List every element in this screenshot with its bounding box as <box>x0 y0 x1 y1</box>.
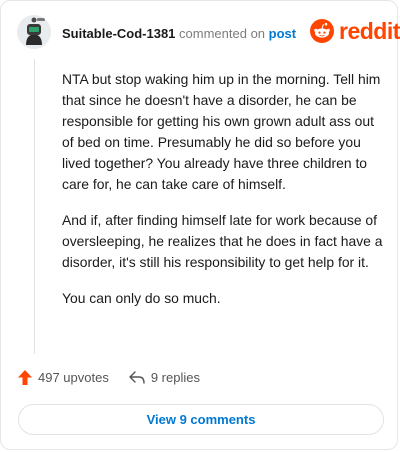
reddit-alien-icon <box>310 19 334 43</box>
reddit-wordmark: reddit <box>339 17 400 44</box>
comment-byline: Suitable-Cod-1381 commented on post <box>62 26 296 41</box>
upvote-arrow-icon <box>18 370 32 385</box>
upvote-count: 497 upvotes <box>38 370 109 385</box>
comment-card: Suitable-Cod-1381 commented on post redd… <box>0 0 400 450</box>
avatar[interactable] <box>17 15 51 49</box>
reply-arrow-icon <box>129 370 145 384</box>
view-comments-button[interactable]: View 9 comments <box>18 404 384 435</box>
reply-count: 9 replies <box>150 370 200 385</box>
commented-on-text: commented on <box>179 26 266 41</box>
post-link[interactable]: post <box>269 26 296 41</box>
comment-body: NTA but stop waking him up in the mornin… <box>62 69 388 324</box>
thread-line[interactable] <box>34 59 35 354</box>
avatar-image <box>17 15 51 49</box>
author-username[interactable]: Suitable-Cod-1381 <box>62 26 175 41</box>
upvote-button[interactable]: 497 upvotes <box>18 370 109 385</box>
comment-paragraph: And if, after finding himself late for w… <box>62 212 383 270</box>
reddit-logo[interactable]: reddit <box>310 19 400 43</box>
comment-actions: 497 upvotes 9 replies <box>18 370 200 385</box>
comment-paragraph: You can only do so much. <box>62 290 221 306</box>
replies-button[interactable]: 9 replies <box>129 370 200 385</box>
comment-paragraph: NTA but stop waking him up in the mornin… <box>62 71 381 192</box>
